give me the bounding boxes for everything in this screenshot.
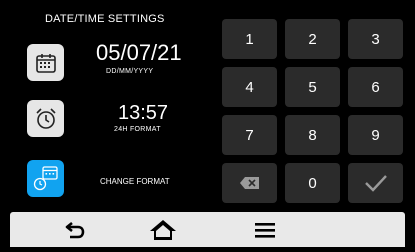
key-9[interactable]: 9: [348, 115, 403, 155]
time-setting-button[interactable]: [27, 100, 64, 137]
date-format-label: DD/MM/YYYY: [106, 68, 154, 75]
key-6[interactable]: 6: [348, 67, 403, 107]
confirm-key[interactable]: [348, 163, 403, 203]
back-button[interactable]: [55, 217, 95, 243]
key-1[interactable]: 1: [222, 19, 277, 59]
key-2[interactable]: 2: [285, 19, 340, 59]
bottom-navigation-bar: [10, 212, 405, 247]
date-setting-button[interactable]: [27, 44, 64, 81]
alarm-clock-icon: [35, 107, 56, 129]
numeric-keypad: 1 2 3 4 5 6 7 8 9 0: [222, 19, 403, 203]
home-button[interactable]: [143, 217, 183, 243]
screen-title: DATE/TIME SETTINGS: [45, 13, 165, 25]
key-5[interactable]: 5: [285, 67, 340, 107]
change-format-button[interactable]: [27, 160, 64, 197]
key-3[interactable]: 3: [348, 19, 403, 59]
menu-icon: [255, 223, 275, 238]
time-value[interactable]: 13:57: [118, 102, 168, 125]
home-icon: [150, 220, 176, 240]
time-format-label: 24H FORMAT: [114, 126, 161, 133]
date-value[interactable]: 05/07/21: [96, 40, 182, 66]
key-7[interactable]: 7: [222, 115, 277, 155]
key-0[interactable]: 0: [285, 163, 340, 203]
calendar-icon: [35, 53, 56, 73]
backspace-icon: [239, 177, 259, 189]
menu-button[interactable]: [245, 217, 285, 243]
change-format-label: CHANGE FORMAT: [100, 177, 170, 186]
backspace-key[interactable]: [222, 163, 277, 203]
key-8[interactable]: 8: [285, 115, 340, 155]
calendar-clock-icon: [33, 165, 58, 190]
checkmark-icon: [364, 175, 387, 192]
key-4[interactable]: 4: [222, 67, 277, 107]
back-arrow-icon: [65, 221, 85, 239]
